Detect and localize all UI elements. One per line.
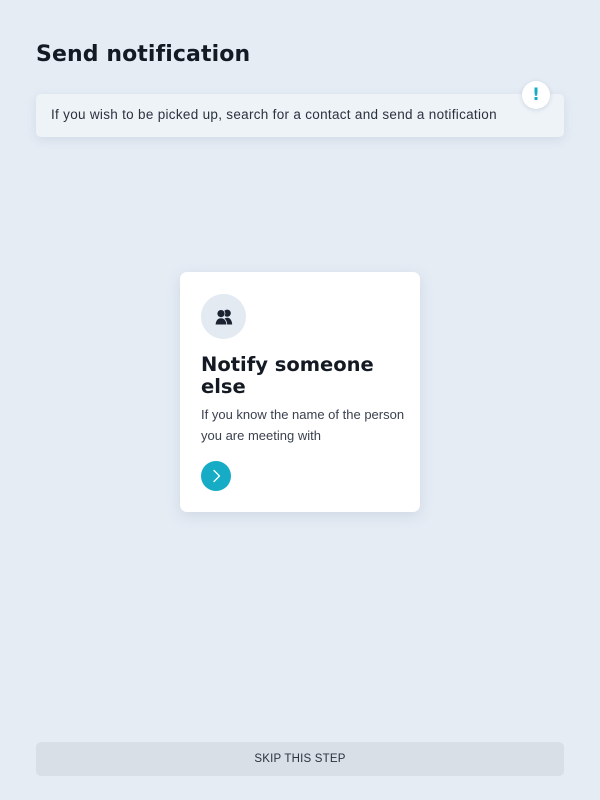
card-title: Notify someone else [201, 353, 374, 398]
exclamation-glyph: ! [532, 84, 540, 105]
notify-someone-else-card[interactable]: Notify someone else If you know the name… [180, 272, 420, 512]
skip-step-button[interactable]: SKIP THIS STEP [36, 742, 564, 776]
info-banner-text: If you wish to be picked up, search for … [51, 107, 497, 122]
people-icon [214, 308, 232, 325]
info-banner: If you wish to be picked up, search for … [36, 81, 564, 137]
page-title: Send notification [36, 42, 251, 67]
chevron-right-icon [213, 469, 221, 483]
people-icon-container [201, 294, 246, 339]
exclamation-icon: ! [522, 81, 550, 109]
chevron-right-button[interactable] [201, 461, 231, 491]
card-description: If you know the name of the person you a… [201, 407, 405, 443]
